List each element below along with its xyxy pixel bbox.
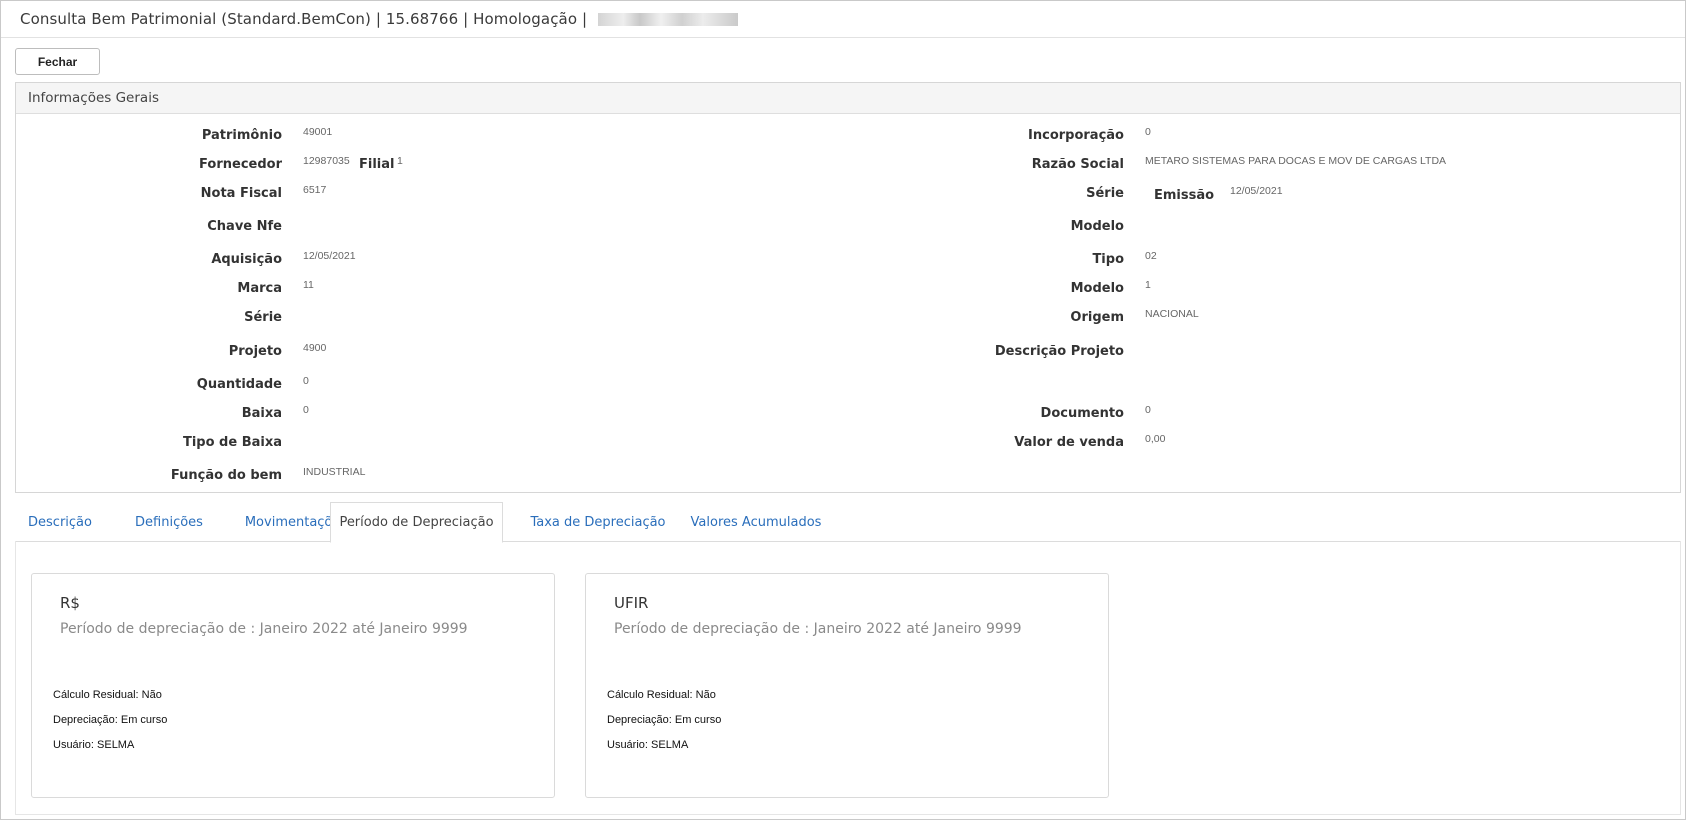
label-marca: Marca: [237, 281, 282, 296]
label-nota-fiscal: Nota Fiscal: [200, 186, 282, 201]
depreciation-card-ufir: UFIR Período de depreciação de : Janeiro…: [585, 573, 1109, 798]
title-bar: Consulta Bem Patrimonial (Standard.BemCo…: [1, 1, 1685, 38]
value-razao-social: METARO SISTEMAS PARA DOCAS E MOV DE CARG…: [1145, 155, 1447, 167]
tab-valores-acumulados[interactable]: Valores Acumulados: [676, 502, 836, 542]
label-valor-venda: Valor de venda: [1014, 435, 1124, 450]
label-modelo-nfe: Modelo: [1070, 219, 1124, 234]
window-title: Consulta Bem Patrimonial (Standard.BemCo…: [20, 10, 739, 28]
card-residual: Cálculo Residual: Não: [53, 689, 162, 701]
tab-periodo-depreciacao[interactable]: Período de Depreciação: [330, 502, 503, 543]
value-marca: 11: [303, 279, 314, 291]
value-funcao-bem: INDUSTRIAL: [303, 466, 366, 478]
redacted-environment: [598, 13, 739, 26]
label-origem: Origem: [1070, 310, 1124, 325]
label-modelo: Modelo: [1070, 281, 1124, 296]
value-emissao: 12/05/2021: [1230, 185, 1283, 197]
value-valor-venda: 0,00: [1145, 433, 1166, 445]
label-projeto: Projeto: [228, 344, 282, 359]
value-documento: 0: [1145, 404, 1151, 416]
label-tipo-baixa: Tipo de Baixa: [182, 435, 282, 450]
value-filial: 1: [397, 155, 403, 167]
tab-bar: Descrição Definições Movimentações Perío…: [15, 502, 1681, 543]
label-fornecedor: Fornecedor: [199, 157, 282, 172]
value-nota-fiscal: 6517: [303, 184, 327, 196]
card-title: R$: [60, 594, 80, 612]
value-aquisicao: 12/05/2021: [303, 250, 356, 262]
tab-taxa-depreciacao[interactable]: Taxa de Depreciação: [512, 502, 684, 542]
value-quantidade: 0: [303, 375, 309, 387]
tab-definicoes[interactable]: Definições: [110, 502, 228, 542]
label-baixa: Baixa: [241, 406, 282, 421]
value-tipo: 02: [1145, 250, 1157, 262]
card-period: Período de depreciação de : Janeiro 2022…: [60, 621, 468, 637]
label-razao-social: Razão Social: [1031, 157, 1124, 172]
card-user: Usuário: SELMA: [607, 739, 689, 751]
label-chave-nfe: Chave Nfe: [207, 219, 282, 234]
value-projeto: 4900: [303, 342, 327, 354]
value-incorporacao: 0: [1145, 126, 1151, 138]
card-period: Período de depreciação de : Janeiro 2022…: [614, 621, 1022, 637]
card-depreciation-status: Depreciação: Em curso: [607, 714, 722, 726]
label-serie-right: Série: [1086, 186, 1124, 201]
depreciation-card-brl: R$ Período de depreciação de : Janeiro 2…: [31, 573, 555, 798]
label-funcao-bem: Função do bem: [170, 468, 282, 483]
card-title: UFIR: [614, 594, 649, 612]
value-origem: NACIONAL: [1145, 308, 1199, 320]
card-depreciation-status: Depreciação: Em curso: [53, 714, 168, 726]
tab-descricao[interactable]: Descrição: [15, 502, 105, 542]
card-user: Usuário: SELMA: [53, 739, 135, 751]
window-title-text: Consulta Bem Patrimonial (Standard.BemCo…: [20, 10, 593, 28]
label-serie-left: Série: [244, 310, 282, 325]
close-button[interactable]: Fechar: [15, 48, 100, 75]
label-tipo: Tipo: [1092, 252, 1124, 267]
label-quantidade: Quantidade: [196, 377, 282, 392]
label-incorporacao: Incorporação: [1028, 128, 1124, 143]
value-modelo: 1: [1145, 279, 1151, 291]
label-patrimonio: Patrimônio: [201, 128, 282, 143]
label-aquisicao: Aquisição: [211, 252, 282, 267]
card-residual: Cálculo Residual: Não: [607, 689, 716, 701]
value-fornecedor: 12987035: [303, 155, 350, 167]
general-info-heading: Informações Gerais: [16, 83, 1680, 114]
label-documento: Documento: [1040, 406, 1124, 421]
label-emissao: Emissão: [1154, 188, 1215, 203]
value-baixa: 0: [303, 404, 309, 416]
label-filial: Filial: [359, 157, 395, 172]
label-descricao-projeto: Descrição Projeto: [994, 344, 1124, 359]
value-patrimonio: 49001: [303, 126, 333, 138]
